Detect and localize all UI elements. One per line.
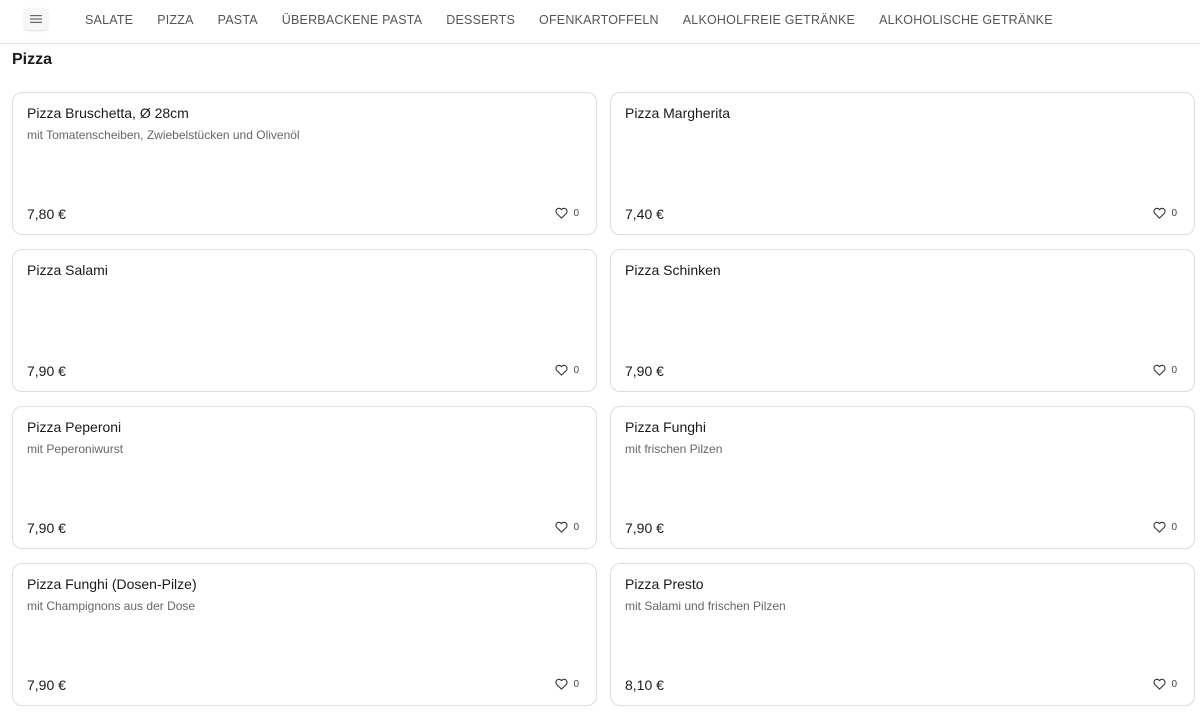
product-price: 7,80 € bbox=[27, 206, 66, 222]
product-price: 8,10 € bbox=[625, 677, 664, 693]
like-button[interactable]: 0 bbox=[555, 678, 579, 690]
like-button[interactable]: 0 bbox=[555, 207, 579, 219]
heart-icon bbox=[1153, 364, 1167, 376]
product-name: Pizza Schinken bbox=[625, 262, 721, 278]
product-name: Pizza Funghi (Dosen-Pilze) bbox=[27, 576, 197, 592]
heart-icon bbox=[555, 207, 569, 219]
nav-item-ueberbackene-pasta[interactable]: ÜBERBACKENE PASTA bbox=[270, 0, 434, 40]
like-button[interactable]: 0 bbox=[1153, 678, 1177, 690]
like-button[interactable]: 0 bbox=[555, 521, 579, 533]
nav-item-alkoholfreie-getraenke[interactable]: ALKOHOLFREIE GETRÄNKE bbox=[671, 0, 867, 40]
like-button[interactable]: 0 bbox=[1153, 364, 1177, 376]
product-name: Pizza Margherita bbox=[625, 105, 731, 121]
like-count: 0 bbox=[1171, 678, 1177, 690]
heart-icon bbox=[1153, 521, 1167, 533]
nav-item-ofenkartoffeln[interactable]: OFENKARTOFFELN bbox=[527, 0, 671, 40]
product-name: Pizza Peperoni bbox=[27, 419, 122, 435]
product-name: Pizza Bruschetta, Ø 28cm bbox=[27, 105, 189, 121]
product-price: 7,90 € bbox=[27, 520, 66, 536]
product-description: mit Tomatenscheiben, Zwiebelstücken und … bbox=[27, 128, 300, 142]
product-price: 7,90 € bbox=[27, 677, 66, 693]
nav-item-desserts[interactable]: DESSERTS bbox=[434, 0, 527, 40]
product-card[interactable]: Pizza Presto mit Salami und frischen Pil… bbox=[610, 563, 1195, 706]
product-name: Pizza Presto bbox=[625, 576, 704, 592]
product-card[interactable]: Pizza Funghi mit frischen Pilzen 7,90 € … bbox=[610, 406, 1195, 549]
like-button[interactable]: 0 bbox=[1153, 207, 1177, 219]
product-price: 7,90 € bbox=[625, 520, 664, 536]
nav-item-pizza[interactable]: PIZZA bbox=[145, 0, 205, 40]
product-description: mit Champignons aus der Dose bbox=[27, 599, 196, 613]
nav-item-salate[interactable]: SALATE bbox=[73, 0, 145, 40]
like-count: 0 bbox=[573, 521, 579, 533]
heart-icon bbox=[1153, 678, 1167, 690]
product-name: Pizza Funghi bbox=[625, 419, 706, 435]
product-card[interactable]: Pizza Margherita 7,40 € 0 bbox=[610, 92, 1195, 235]
product-description: mit Peperoniwurst bbox=[27, 442, 124, 456]
product-description: mit frischen Pilzen bbox=[625, 442, 723, 456]
product-price: 7,90 € bbox=[27, 363, 66, 379]
like-count: 0 bbox=[573, 207, 579, 219]
nav-item-pasta[interactable]: PASTA bbox=[206, 0, 270, 40]
hamburger-icon bbox=[30, 15, 42, 23]
like-count: 0 bbox=[573, 678, 579, 690]
product-card[interactable]: Pizza Bruschetta, Ø 28cm mit Tomatensche… bbox=[12, 92, 597, 235]
heart-icon bbox=[555, 364, 569, 376]
product-card[interactable]: Pizza Peperoni mit Peperoniwurst 7,90 € … bbox=[12, 406, 597, 549]
product-description: mit Salami und frischen Pilzen bbox=[625, 599, 786, 613]
heart-icon bbox=[555, 521, 569, 533]
product-price: 7,90 € bbox=[625, 363, 664, 379]
product-card[interactable]: Pizza Schinken 7,90 € 0 bbox=[610, 249, 1195, 392]
product-name: Pizza Salami bbox=[27, 262, 108, 278]
like-count: 0 bbox=[1171, 521, 1177, 533]
nav-item-alkoholische-getraenke[interactable]: ALKOHOLISCHE GETRÄNKE bbox=[867, 0, 1065, 40]
product-card[interactable]: Pizza Funghi (Dosen-Pilze) mit Champigno… bbox=[12, 563, 597, 706]
menu-button[interactable] bbox=[24, 8, 48, 30]
heart-icon bbox=[555, 678, 569, 690]
section-title: Pizza bbox=[12, 51, 53, 68]
heart-icon bbox=[1153, 207, 1167, 219]
like-count: 0 bbox=[573, 364, 579, 376]
like-count: 0 bbox=[1171, 207, 1177, 219]
product-price: 7,40 € bbox=[625, 206, 664, 222]
like-count: 0 bbox=[1171, 364, 1177, 376]
like-button[interactable]: 0 bbox=[1153, 521, 1177, 533]
like-button[interactable]: 0 bbox=[555, 364, 579, 376]
category-nav: SALATE PIZZA PASTA ÜBERBACKENE PASTA DES… bbox=[0, 0, 1200, 44]
product-card[interactable]: Pizza Salami 7,90 € 0 bbox=[12, 249, 597, 392]
